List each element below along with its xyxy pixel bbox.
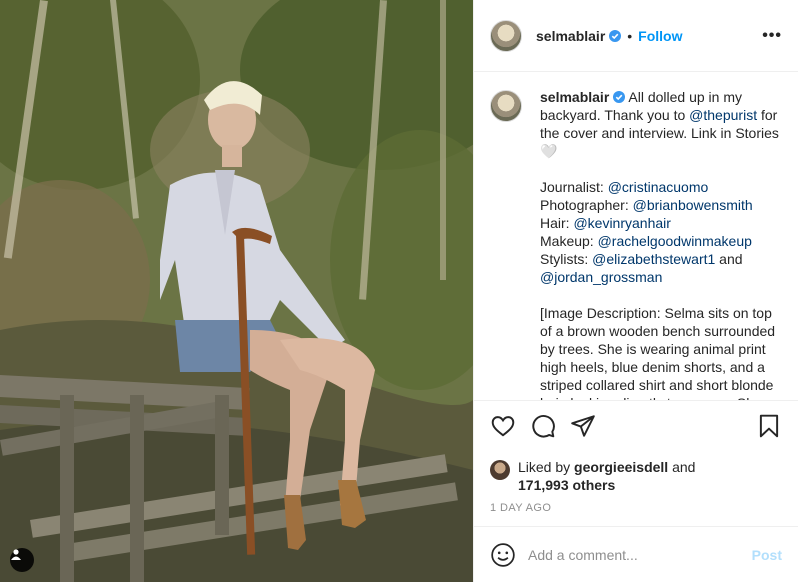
likes-summary: Liked by georgieeisdell and 171,993 othe… — [474, 458, 798, 496]
caption: selmablair All dolled up in my backyard.… — [540, 88, 782, 400]
credit-handle[interactable]: @rachelgoodwinmakeup — [598, 233, 752, 249]
user-tags-button[interactable] — [10, 548, 34, 572]
likes-prefix: Liked by — [518, 459, 575, 475]
credit-handle[interactable]: @brianbowensmith — [633, 197, 753, 213]
comment-icon[interactable] — [530, 413, 556, 439]
post-timestamp[interactable]: 1 day ago — [474, 496, 798, 526]
emoji-icon[interactable] — [490, 542, 516, 568]
credit-handle[interactable]: @cristinacuomo — [608, 179, 709, 195]
action-bar — [474, 400, 798, 458]
credit-journalist: Journalist: @cristinacuomo — [540, 178, 782, 196]
credit-role: Makeup: — [540, 233, 598, 249]
image-description: [Image Description: Selma sits on top of… — [540, 305, 776, 400]
heart-icon[interactable] — [490, 413, 516, 439]
credit-photographer: Photographer: @brianbowensmith — [540, 196, 782, 214]
caption-username[interactable]: selmablair — [540, 89, 609, 105]
caption-area[interactable]: selmablair All dolled up in my backyard.… — [474, 72, 798, 400]
liker-avatar[interactable] — [490, 460, 510, 480]
user-icon — [11, 549, 21, 560]
credit-handle[interactable]: @elizabethstewart1 — [592, 251, 715, 267]
credit-handle[interactable]: @kevinryanhair — [573, 215, 670, 231]
bookmark-icon[interactable] — [756, 413, 782, 439]
credits: Journalist: @cristinacuomo Photographer:… — [540, 178, 782, 286]
likes-count[interactable]: 171,993 others — [518, 477, 615, 493]
mention-thepurist[interactable]: @thepurist — [689, 107, 757, 123]
verified-badge-icon — [613, 91, 626, 103]
likes-and: and — [668, 459, 696, 475]
credit-role: Photographer: — [540, 197, 633, 213]
author-username[interactable]: selmablair — [536, 28, 605, 44]
credit-role: Stylists: — [540, 251, 593, 267]
more-options-button[interactable]: ••• — [762, 27, 782, 45]
credit-handle[interactable]: @jordan_grossman — [540, 269, 662, 285]
comment-input[interactable] — [528, 546, 752, 563]
credit-makeup: Makeup: @rachelgoodwinmakeup — [540, 232, 782, 250]
credit-and: and — [715, 251, 743, 267]
share-icon[interactable] — [570, 413, 596, 439]
follow-button[interactable]: Follow — [638, 28, 682, 44]
liker-username[interactable]: georgieeisdell — [574, 459, 668, 475]
credit-role: Hair: — [540, 215, 574, 231]
post-photo[interactable] — [0, 0, 473, 582]
photo-illustration — [0, 0, 473, 582]
credit-hair: Hair: @kevinryanhair — [540, 214, 782, 232]
instagram-post: selmablair • Follow ••• selmablair All d… — [0, 0, 798, 582]
credit-stylists: Stylists: @elizabethstewart1 and — [540, 250, 782, 268]
caption-avatar[interactable] — [490, 90, 522, 122]
header-separator: • — [627, 27, 633, 44]
post-sidebar: selmablair • Follow ••• selmablair All d… — [473, 0, 798, 582]
likes-text: Liked by georgieeisdell and 171,993 othe… — [518, 458, 695, 494]
caption-first-paragraph: selmablair All dolled up in my backyard.… — [540, 88, 782, 160]
credit-role: Journalist: — [540, 179, 608, 195]
post-comment-button[interactable]: Post — [752, 547, 782, 563]
verified-badge-icon — [609, 29, 622, 42]
author-avatar[interactable] — [490, 19, 522, 52]
credit-stylist-2: @jordan_grossman — [540, 268, 782, 286]
post-header: selmablair • Follow ••• — [474, 0, 798, 72]
white-heart-emoji: 🤍 — [540, 143, 558, 159]
comment-bar: Post — [474, 526, 798, 582]
